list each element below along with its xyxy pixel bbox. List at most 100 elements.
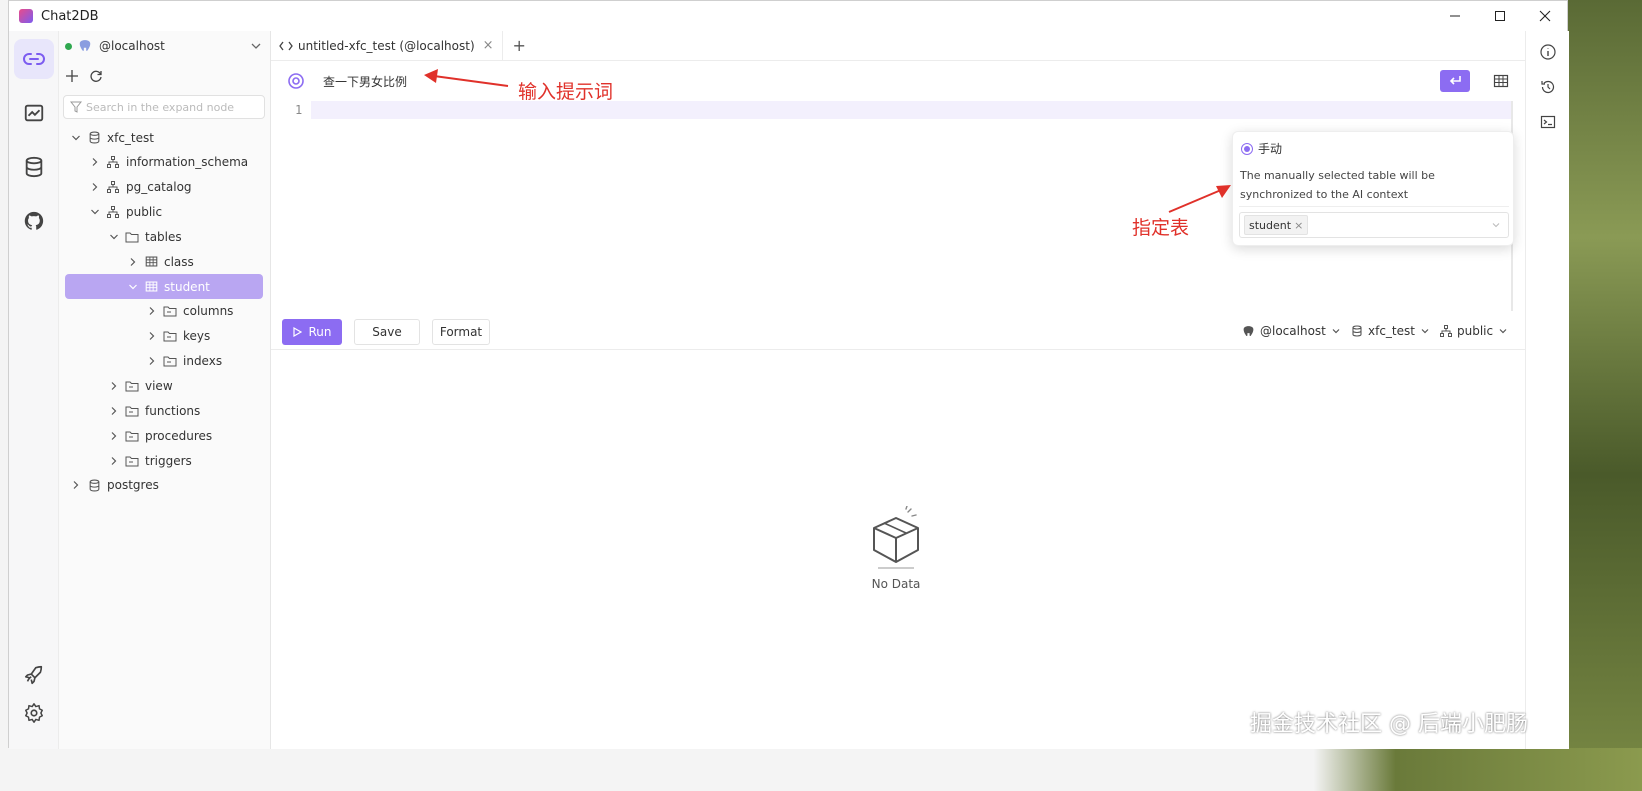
background-bottom xyxy=(0,748,1642,791)
terminal-icon xyxy=(1540,115,1556,129)
connection-selector[interactable]: @localhost xyxy=(59,31,271,61)
dashboard-icon xyxy=(24,104,44,122)
tree-node-class[interactable]: class xyxy=(65,249,263,274)
activity-rocket[interactable] xyxy=(14,655,54,695)
chevron-right-icon[interactable] xyxy=(88,155,102,169)
tree-node-postgres[interactable]: postgres xyxy=(65,473,263,498)
tree-node-triggers[interactable]: triggers xyxy=(65,448,263,473)
chevron-right-icon[interactable] xyxy=(145,354,159,368)
ai-prompt-input[interactable]: 查一下男女比例 xyxy=(323,73,407,90)
chevron-right-icon[interactable] xyxy=(69,478,83,492)
tree-node-label: keys xyxy=(183,329,211,344)
history-icon xyxy=(1541,80,1555,94)
folder-icon xyxy=(163,304,177,318)
tree-node-label: columns xyxy=(183,304,234,319)
history-button[interactable] xyxy=(1537,76,1559,98)
activity-dashboard[interactable] xyxy=(14,93,54,133)
info-icon xyxy=(1540,44,1556,60)
chevron-right-icon[interactable] xyxy=(107,454,121,468)
send-prompt-button[interactable] xyxy=(1440,70,1470,92)
save-button[interactable]: Save xyxy=(354,319,420,345)
annotation-table: 指定表 xyxy=(1132,217,1190,239)
chevron-right-icon[interactable] xyxy=(107,429,121,443)
results-divider[interactable] xyxy=(271,349,1525,350)
filter-icon xyxy=(70,101,82,113)
tree-node-label: view xyxy=(145,379,173,393)
schema-icon xyxy=(106,155,120,169)
tree-search-input[interactable] xyxy=(86,100,256,114)
table-icon xyxy=(1493,74,1509,88)
postgres-icon xyxy=(79,40,91,51)
empty-label: No Data xyxy=(871,577,921,591)
refresh-icon[interactable] xyxy=(89,69,103,83)
popover-description: The manually selected table will be sync… xyxy=(1240,169,1435,201)
maximize-button[interactable] xyxy=(1477,1,1522,31)
table-multiselect[interactable]: student × xyxy=(1239,212,1509,238)
schema-icon xyxy=(1440,325,1452,337)
chevron-right-icon[interactable] xyxy=(145,329,159,343)
minimize-button[interactable] xyxy=(1432,1,1477,31)
add-icon[interactable] xyxy=(65,69,79,83)
chevron-right-icon[interactable] xyxy=(107,379,121,393)
tree-node-pg-catalog[interactable]: pg_catalog xyxy=(65,175,263,200)
context-connection-label: @localhost xyxy=(1260,324,1326,338)
chevron-down-icon[interactable] xyxy=(126,280,140,294)
tree-node-indexs[interactable]: indexs xyxy=(65,349,263,374)
activity-github[interactable] xyxy=(14,201,54,241)
editor-actions: Run Save Format @localhost xfc_test publ… xyxy=(271,316,1525,350)
run-label: Run xyxy=(308,325,332,339)
tree-node-label: class xyxy=(164,254,194,269)
tab-close-icon[interactable]: × xyxy=(483,38,494,53)
chevron-right-icon[interactable] xyxy=(145,304,159,318)
current-line-highlight xyxy=(311,101,1511,119)
tree-node-columns[interactable]: columns xyxy=(65,299,263,324)
chevron-right-icon[interactable] xyxy=(88,180,102,194)
format-button[interactable]: Format xyxy=(432,319,490,345)
tree-node-label: functions xyxy=(145,403,201,418)
activity-database[interactable] xyxy=(14,147,54,187)
rocket-icon xyxy=(24,665,43,685)
chevron-right-icon[interactable] xyxy=(107,404,121,418)
chevron-down-icon xyxy=(1492,223,1500,228)
activity-settings[interactable] xyxy=(14,693,54,733)
tree-node-keys[interactable]: keys xyxy=(65,324,263,349)
tree-node-xfc-test[interactable]: xfc_test xyxy=(65,125,263,150)
info-button[interactable] xyxy=(1537,41,1559,63)
online-status-icon xyxy=(65,42,72,50)
app-window: Chat2DB @localhost Search in the expand … xyxy=(8,0,1569,749)
manual-mode-label: 手动 xyxy=(1258,142,1283,156)
chevron-down-icon[interactable] xyxy=(69,131,83,145)
chevron-down-icon[interactable] xyxy=(88,205,102,219)
tree-node-student[interactable]: student xyxy=(65,274,263,300)
tree-node-tables[interactable]: tables xyxy=(65,224,263,249)
tree-node-procedures[interactable]: procedures xyxy=(65,423,263,448)
enter-icon xyxy=(1449,76,1461,85)
tab-untitled-query[interactable]: untitled-xfc_test (@localhost) × xyxy=(271,30,503,61)
context-connection-select[interactable]: @localhost xyxy=(1242,324,1341,338)
gear-icon xyxy=(25,703,43,723)
connection-label: @localhost xyxy=(99,39,165,53)
close-button[interactable] xyxy=(1522,1,1567,31)
tree-node-public[interactable]: public xyxy=(65,200,263,225)
chevron-down-icon[interactable] xyxy=(107,230,121,244)
manual-mode-option[interactable]: 手动 xyxy=(1241,140,1282,157)
activity-connections[interactable] xyxy=(14,39,54,79)
tree-node-label: procedures xyxy=(145,428,213,443)
database-icon xyxy=(1352,325,1362,337)
play-icon xyxy=(293,327,303,337)
tree-node-label: tables xyxy=(145,229,182,244)
context-schema-select[interactable]: public xyxy=(1440,324,1508,338)
console-button[interactable] xyxy=(1537,111,1559,133)
new-tab-button[interactable]: + xyxy=(513,36,526,55)
run-button[interactable]: Run xyxy=(282,319,342,345)
tree-node-functions[interactable]: functions xyxy=(65,398,263,423)
context-database-label: xfc_test xyxy=(1368,324,1415,338)
remove-tag-icon[interactable]: × xyxy=(1294,219,1303,232)
tree-node-information-schema[interactable]: information_schema xyxy=(65,150,263,175)
select-table-button[interactable] xyxy=(1489,69,1513,93)
folder-icon xyxy=(125,429,139,443)
chevron-right-icon[interactable] xyxy=(126,255,140,269)
tree-node-view[interactable]: view xyxy=(65,374,263,399)
database-icon xyxy=(87,478,101,492)
context-database-select[interactable]: xfc_test xyxy=(1351,324,1430,338)
